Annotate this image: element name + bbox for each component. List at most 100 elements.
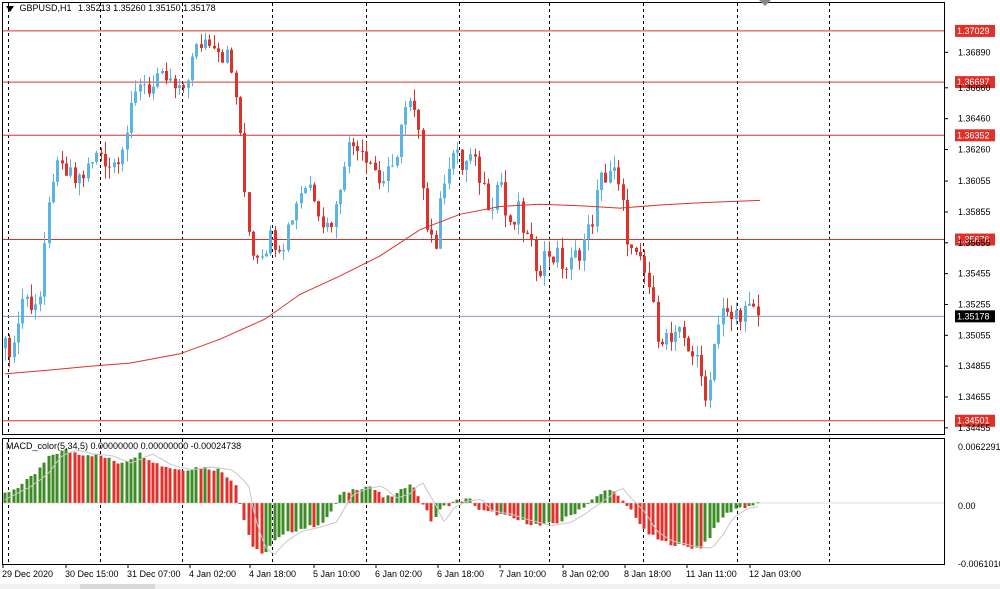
macd-bar: [547, 503, 551, 523]
macd-bar: [703, 503, 707, 542]
macd-bar: [220, 472, 224, 503]
macd-bar: [212, 470, 216, 503]
macd-bar: [116, 463, 120, 503]
macd-bar: [534, 503, 538, 524]
macd-bar: [81, 455, 85, 503]
macd-bar: [595, 496, 599, 503]
macd-bar: [743, 503, 747, 509]
macd-bar: [325, 503, 329, 518]
candle-body: [556, 247, 559, 263]
price-tick-label: 1.36460: [958, 114, 991, 124]
macd-bar: [377, 491, 381, 503]
price-chart[interactable]: 1.370291.366971.363521.356761.345011.351…: [0, 0, 1000, 589]
macd-bar: [303, 503, 307, 529]
macd-bar: [308, 503, 312, 526]
macd-bar: [151, 462, 155, 503]
price-tick-label: 1.35255: [958, 299, 991, 309]
candle-body: [165, 71, 168, 81]
candle-body: [748, 303, 751, 306]
macd-bar: [47, 455, 51, 503]
macd-bar: [107, 457, 111, 503]
macd-bar: [3, 492, 7, 503]
candle-body: [617, 167, 620, 185]
time-tick-label: 4 Jan 18:00: [249, 569, 296, 579]
candle-body: [674, 331, 677, 342]
time-tick-label: 31 Dec 07:00: [127, 569, 181, 579]
price-tick-label: 1.35055: [958, 330, 991, 340]
macd-bar: [281, 503, 285, 535]
candle-body: [30, 296, 33, 310]
macd-bar: [112, 460, 116, 503]
macd-bar: [695, 503, 699, 548]
macd-bar: [355, 490, 359, 503]
candle-body: [256, 255, 259, 258]
candle-body: [422, 129, 425, 189]
candle-body: [404, 107, 407, 125]
candle-body: [452, 152, 455, 169]
candle-body: [583, 238, 586, 261]
macd-bar: [569, 503, 573, 516]
symbol-label: GBPUSD,H1: [19, 3, 72, 13]
candle-body: [496, 184, 499, 210]
candle-body: [291, 220, 294, 225]
candle-body: [235, 72, 238, 98]
macd-bar: [133, 457, 137, 503]
macd-bar: [477, 503, 481, 510]
macd-bar: [268, 503, 272, 546]
candle-body: [65, 163, 68, 176]
candle-body: [248, 192, 251, 232]
time-tick-label: 8 Jan 02:00: [562, 569, 609, 579]
time-tick-label: 30 Dec 15:00: [65, 569, 119, 579]
candle-body: [152, 86, 155, 94]
candle-body: [204, 39, 207, 48]
candle-body: [596, 190, 599, 227]
chart-info: GBPUSD,H1 1.35213 1.35260 1.35150 1.3517…: [6, 3, 216, 13]
candle-body: [426, 188, 429, 230]
candle-body: [108, 166, 111, 168]
candle-body: [148, 84, 151, 94]
macd-bar: [177, 469, 181, 503]
candle-body: [21, 298, 24, 324]
candle-body: [648, 272, 651, 288]
macd-bar: [473, 503, 477, 506]
candle-body: [722, 308, 725, 325]
candle-body: [530, 233, 533, 240]
macd-bar: [721, 503, 725, 518]
candle-body: [82, 174, 85, 179]
candle-body: [548, 251, 551, 257]
candle-body: [26, 296, 29, 299]
candle-body: [687, 337, 690, 352]
macd-bar: [321, 503, 325, 523]
macd-bar: [747, 503, 751, 506]
candle-body: [369, 162, 372, 164]
candle-body: [252, 231, 255, 256]
candle-body: [400, 124, 403, 157]
candle-body: [430, 229, 433, 235]
scrollbar-thumb[interactable]: [80, 584, 155, 589]
time-tick-label: 6 Jan 02:00: [375, 569, 422, 579]
macd-bar: [273, 503, 277, 541]
macd-bar: [582, 503, 586, 508]
macd-bar: [129, 459, 133, 503]
candle-body: [630, 244, 633, 248]
candle-body: [230, 49, 233, 73]
time-tick-label: 11 Jan 11:00: [686, 569, 737, 579]
macd-bar: [25, 479, 29, 503]
candle-body: [661, 341, 664, 345]
candle-body: [61, 160, 64, 164]
collapse-triangle-icon[interactable]: [6, 5, 14, 12]
candle-body: [487, 183, 490, 211]
candle-body: [48, 202, 51, 244]
candle-body: [52, 181, 55, 203]
macd-bar: [725, 503, 729, 513]
time-tick-label: 6 Jan 18:00: [437, 569, 484, 579]
candle-body: [269, 230, 272, 254]
price-tick-label: 1.36055: [958, 176, 991, 186]
macd-bar: [173, 469, 177, 503]
candle-body: [439, 198, 442, 249]
macd-bar: [242, 503, 246, 520]
macd-bar: [38, 467, 42, 503]
candle-body: [282, 249, 285, 252]
candle-body: [600, 172, 603, 191]
macd-bar: [199, 468, 203, 503]
